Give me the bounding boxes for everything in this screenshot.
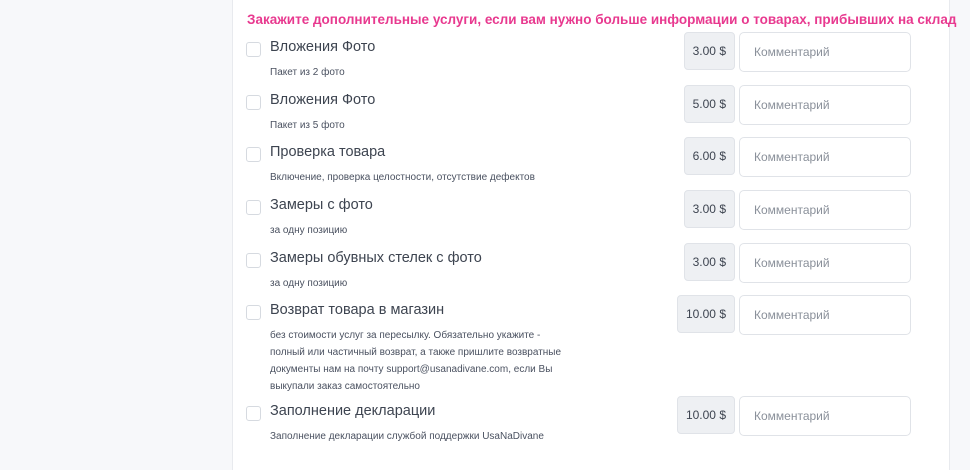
service-title: Возврат товара в магазин [270, 302, 445, 318]
service-price: 10.00 $ [676, 396, 735, 434]
comment-input[interactable] [739, 396, 911, 436]
service-title: Вложения Фото [270, 92, 376, 108]
service-title: Замеры с фото [270, 197, 373, 213]
service-checkbox[interactable] [246, 147, 261, 162]
service-price: 3.00 $ [683, 190, 735, 228]
comment-input[interactable] [739, 295, 911, 335]
comment-input[interactable] [739, 85, 911, 125]
service-description: Включение, проверка целостности, отсутст… [270, 172, 535, 183]
section-heading: Закажите дополнительные услуги, если вам… [247, 12, 957, 27]
service-price: 3.00 $ [683, 243, 735, 281]
service-price: 6.00 $ [683, 137, 735, 175]
service-price: 3.00 $ [683, 32, 735, 70]
service-checkbox[interactable] [246, 406, 261, 421]
service-description: Пакет из 2 фото [270, 67, 345, 78]
service-price: 5.00 $ [683, 85, 735, 123]
service-checkbox[interactable] [246, 42, 261, 57]
service-checkbox[interactable] [246, 253, 261, 268]
comment-input[interactable] [739, 243, 911, 283]
service-description: Заполнение декларации службой поддержки … [270, 431, 544, 442]
service-price: 10.00 $ [676, 295, 735, 333]
service-title: Вложения Фото [270, 39, 376, 55]
comment-input[interactable] [739, 190, 911, 230]
service-checkbox[interactable] [246, 200, 261, 215]
service-description: за одну позицию [270, 225, 348, 236]
service-title: Замеры обувных стелек с фото [270, 250, 482, 266]
service-description: без стоимости услуг за пересылку. Обязат… [270, 330, 562, 392]
service-checkbox[interactable] [246, 95, 261, 110]
comment-input[interactable] [739, 32, 911, 72]
service-description: за одну позицию [270, 278, 348, 289]
service-title: Проверка товара [270, 144, 386, 160]
service-title: Заполнение декларации [270, 403, 436, 419]
comment-input[interactable] [739, 137, 911, 177]
service-description: Пакет из 5 фото [270, 120, 345, 131]
service-checkbox[interactable] [246, 305, 261, 320]
